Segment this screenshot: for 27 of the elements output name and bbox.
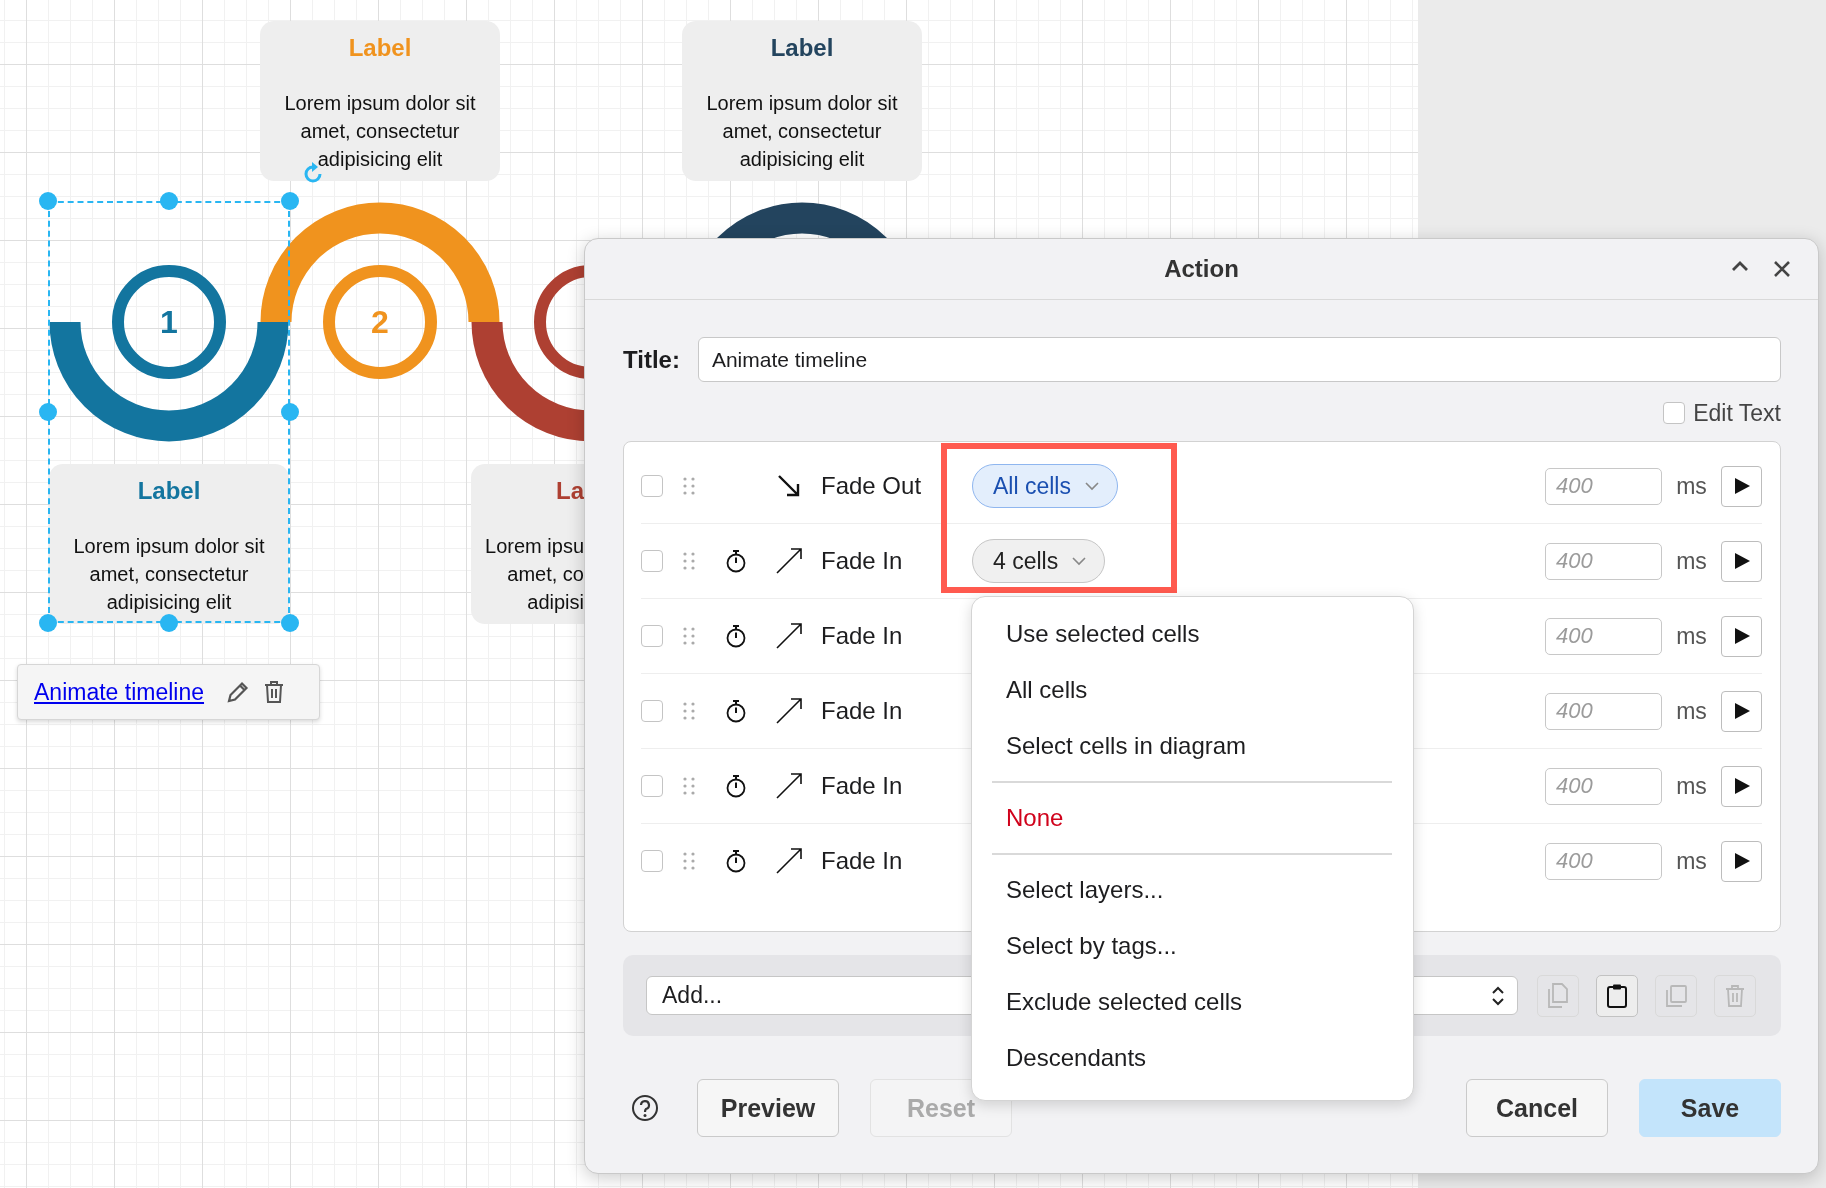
edit-text-label: Edit Text	[1693, 399, 1781, 427]
card-title: Label	[347, 33, 413, 63]
card-title: La	[555, 476, 584, 506]
unit-label: ms	[1675, 472, 1708, 500]
effect-label: Fade In	[821, 847, 904, 875]
unit-label: ms	[1675, 772, 1708, 800]
card-text: adipisi	[526, 590, 584, 615]
effect-label: Fade In	[821, 697, 904, 725]
unit-label: ms	[1675, 847, 1708, 875]
card-title: Label	[136, 476, 202, 506]
effect-label: Fade Out	[821, 472, 923, 500]
title-label: Title:	[623, 345, 680, 374]
card-text: Lorem ipsu	[484, 534, 584, 559]
card-text: Lorem ipsum dolor sit amet, consectetur adipisicing elit	[705, 91, 899, 172]
card-text: Lorem ipsum dolor sit amet, consectetur adipisicing elit	[283, 91, 477, 172]
effect-label: Fade In	[821, 772, 904, 800]
card-text: amet, co	[506, 562, 584, 587]
card-title: Label	[769, 33, 835, 63]
unit-label: ms	[1675, 547, 1708, 575]
effect-label: Fade In	[821, 547, 904, 575]
step-number: 2	[370, 303, 390, 342]
effect-label: Fade In	[821, 622, 904, 650]
step-number: 1	[159, 303, 179, 342]
dialog-title: Action	[1164, 255, 1239, 283]
unit-label: ms	[1675, 697, 1708, 725]
unit-label: ms	[1675, 622, 1708, 650]
card-text: Lorem ipsum dolor sit amet, consectetur adipisicing elit	[72, 534, 266, 615]
